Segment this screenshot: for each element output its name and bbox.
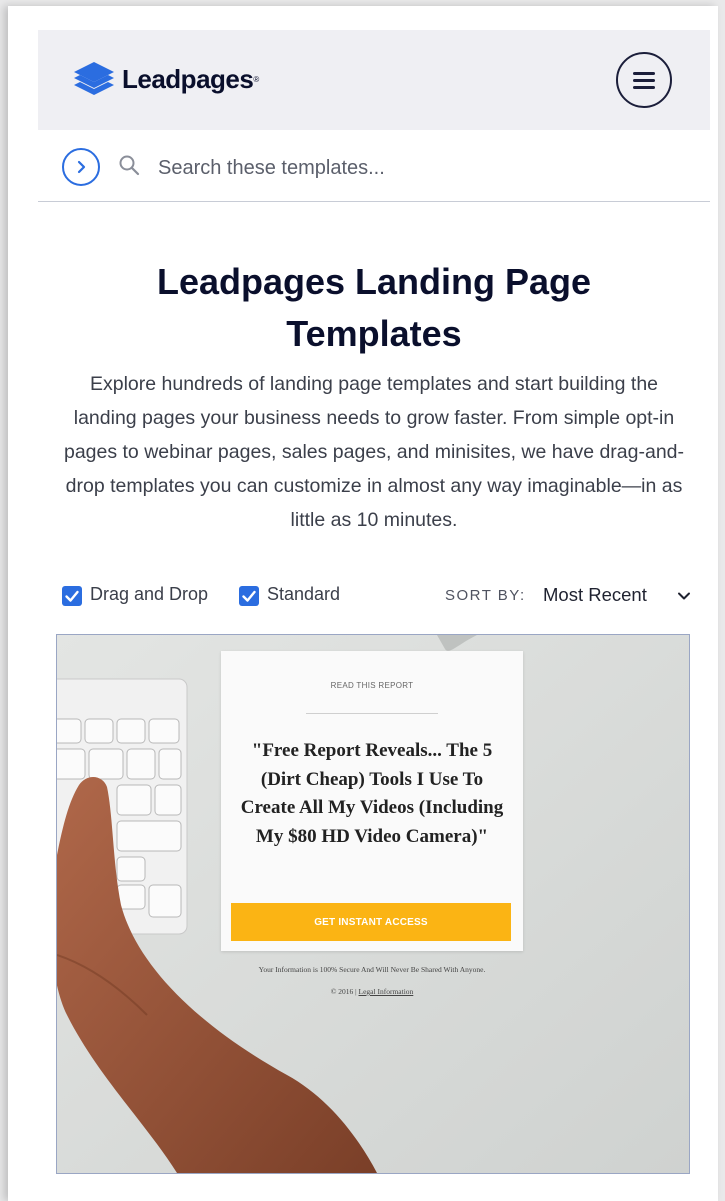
top-nav: Leadpages ® [38, 30, 710, 130]
report-panel: READ THIS REPORT "Free Report Reveals...… [221, 651, 523, 951]
search-icon [119, 155, 140, 176]
hamburger-icon-bar [633, 85, 655, 89]
sort-by-label: SORT BY: [445, 587, 526, 604]
hamburger-icon-bar [633, 78, 655, 82]
report-eyebrow: READ THIS REPORT [330, 681, 414, 690]
template-card[interactable]: READ THIS REPORT "Free Report Reveals...… [56, 634, 690, 1174]
divider [306, 713, 438, 714]
drag-and-drop-checkbox[interactable] [62, 586, 82, 606]
sort-select[interactable]: Most Recent [543, 584, 647, 606]
filter-row: Drag and Drop Standard SORT BY: Most Rec… [62, 582, 702, 612]
checkmark-icon [242, 590, 256, 602]
browser-viewport: Leadpages ® Leadpages Landing P [8, 6, 718, 1201]
brand-logo[interactable]: Leadpages ® [72, 60, 259, 98]
checkmark-icon [65, 590, 79, 602]
footer-legal: © 2016 | Legal Information [207, 987, 537, 996]
drag-and-drop-label[interactable]: Drag and Drop [90, 584, 208, 605]
page-container: Leadpages ® Leadpages Landing P [38, 30, 710, 1201]
brand-name: Leadpages [122, 63, 254, 94]
hamburger-icon-bar [633, 71, 655, 75]
get-instant-access-button[interactable]: GET INSTANT ACCESS [231, 903, 511, 941]
privacy-note: Your Information is 100% Secure And Will… [258, 965, 486, 974]
chevron-right-icon [77, 160, 86, 174]
chevron-down-icon[interactable] [676, 588, 692, 604]
report-headline: "Free Report Reveals... The 5 (Dirt Chea… [240, 740, 504, 847]
menu-button[interactable] [616, 52, 672, 108]
search-input[interactable] [156, 150, 680, 186]
standard-label[interactable]: Standard [267, 584, 340, 605]
standard-checkbox[interactable] [239, 586, 259, 606]
legal-information-link[interactable]: Legal Information [359, 987, 414, 996]
registered-mark: ® [253, 74, 260, 84]
page-title: Leadpages Landing Page Templates [156, 261, 592, 354]
copyright-text: © 2016 | [330, 987, 357, 996]
search-bar [38, 130, 710, 202]
leadpages-logo-icon [74, 62, 114, 95]
expand-filters-button[interactable] [62, 148, 100, 186]
page-description: Explore hundreds of landing page templat… [63, 373, 685, 531]
